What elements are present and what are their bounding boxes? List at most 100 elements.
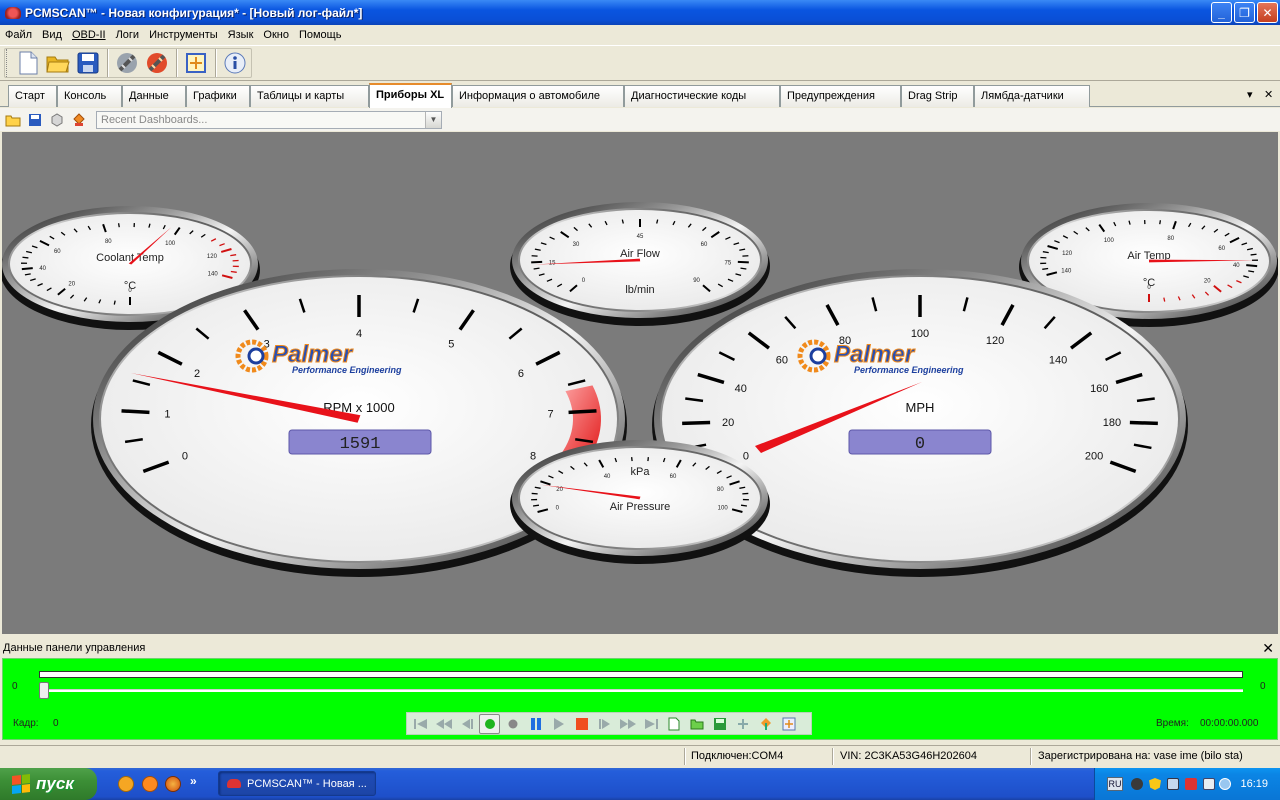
coolant-gauge-tick <box>21 267 33 271</box>
network-icon[interactable] <box>1167 778 1179 790</box>
gauges-svg: 020406080 100120140Coolant Temp°C 01530456… <box>2 202 1278 577</box>
status-divider <box>1030 748 1031 765</box>
menu-window[interactable]: Окно <box>258 29 294 41</box>
stop-record-button[interactable] <box>502 714 523 734</box>
coolant-gauge-tick-label: 40 <box>39 266 46 272</box>
tray-chevron-icon[interactable] <box>1131 778 1143 790</box>
taskbar-pcmscan-button[interactable]: PCMSCAN™ - Новая ... <box>218 771 376 796</box>
play-button[interactable] <box>548 714 569 734</box>
gear-hub-icon <box>809 347 827 365</box>
quicklaunch-firefox-icon[interactable] <box>165 776 181 792</box>
tab-0[interactable]: Старт <box>8 85 57 107</box>
alert-icon[interactable] <box>1185 778 1197 790</box>
stack-icon <box>73 112 85 126</box>
step-forward-icon <box>598 718 610 729</box>
rpm-gauge-readout-value: 1591 <box>340 435 381 454</box>
tab-6[interactable]: Информация о автомобиле <box>452 85 624 107</box>
tab-7[interactable]: Диагностические коды <box>624 85 780 107</box>
new-log-button[interactable] <box>663 714 684 734</box>
save-dashboard-button[interactable] <box>26 111 44 129</box>
step-back-button[interactable] <box>456 714 477 734</box>
vin-status: VIN: 2C3KA53G46H202604 <box>840 750 977 762</box>
panel-close-button[interactable]: ✕ <box>1262 640 1274 657</box>
menu-tools[interactable]: Инструменты <box>144 29 223 41</box>
save-as-dashboard-button[interactable] <box>48 111 66 129</box>
tab-list-button[interactable]: ▾ <box>1247 88 1253 101</box>
tab-8[interactable]: Предупреждения <box>780 85 901 107</box>
start-button[interactable]: пуск <box>0 768 97 800</box>
tab-9[interactable]: Drag Strip <box>901 85 974 107</box>
coolant-gauge-tick-label: 140 <box>208 272 219 278</box>
coolant-gauge-tick <box>230 254 237 257</box>
menu-file[interactable]: Файл <box>0 29 37 41</box>
open-folder-icon <box>5 115 21 126</box>
coolant-gauge-tick-label: 120 <box>207 254 218 260</box>
tab-bar: Лямбда-датчики Drag Strip Предупреждения Ди… <box>0 82 1280 108</box>
mph-gauge-tick-label: 120 <box>986 335 1004 347</box>
fast-back-button[interactable] <box>433 714 454 734</box>
airtemp-gauge-tick-label: 80 <box>1167 236 1174 242</box>
playback-slider-thumb[interactable] <box>39 682 49 699</box>
menu-language[interactable]: Язык <box>223 29 259 41</box>
rpm-gauge-brand-name: Palmer <box>272 341 354 368</box>
menu-obd[interactable]: OBD-II <box>67 29 111 41</box>
go-end-button[interactable] <box>640 714 661 734</box>
quicklaunch-more-button[interactable]: » <box>190 774 197 788</box>
airflow-gauge-tick-label: 45 <box>637 234 644 240</box>
monitor-icon[interactable] <box>1203 778 1215 790</box>
window-title: PCMSCAN™ - Новая конфигурация* - [Новый … <box>25 5 363 20</box>
restore-button[interactable]: ❐ <box>1234 2 1255 23</box>
chevron-down-icon[interactable]: ▼ <box>425 111 441 128</box>
shield-icon[interactable] <box>1149 778 1161 790</box>
clock-icon[interactable] <box>1219 778 1231 790</box>
quicklaunch-browser-icon[interactable] <box>118 776 134 792</box>
zoom-in-button[interactable] <box>732 714 753 734</box>
record-button[interactable] <box>479 713 500 734</box>
airflow-gauge-unit: lb/min <box>625 284 654 296</box>
stop-button[interactable] <box>571 714 592 734</box>
fit-view-button[interactable] <box>778 714 799 734</box>
minimize-button[interactable]: _ <box>1211 2 1232 23</box>
time-label: Время: <box>1156 718 1189 729</box>
tab-4[interactable]: Таблицы и карты <box>250 85 369 107</box>
airflow-gauge-tick-label: 90 <box>693 278 700 284</box>
menu-view[interactable]: Вид <box>37 29 67 41</box>
airtemp-gauge-tick-label: 40 <box>1233 263 1240 269</box>
save-log-button[interactable] <box>709 714 730 734</box>
step-forward-button[interactable] <box>594 714 615 734</box>
menu-logs[interactable]: Логи <box>111 29 145 41</box>
tab-2[interactable]: Данные <box>122 85 186 107</box>
open-log-button[interactable] <box>686 714 707 734</box>
pressure-gauge-tick <box>740 504 748 507</box>
playback-progress-bar <box>39 671 1243 678</box>
tab-10[interactable]: Лямбда-датчики <box>974 85 1090 107</box>
connection-status: Подключен:COM4 <box>691 750 784 762</box>
pause-button[interactable] <box>525 714 546 734</box>
tab-close-button[interactable]: ✕ <box>1264 88 1273 101</box>
pressure-gauge-tick <box>532 504 540 507</box>
fast-forward-button[interactable] <box>617 714 638 734</box>
coolant-gauge-tick-label: 60 <box>54 249 61 255</box>
airflow-gauge-tick-label: 30 <box>573 242 580 248</box>
airtemp-gauge-tick-label: 60 <box>1218 246 1225 252</box>
pressure-gauge-unit: Air Pressure <box>610 501 671 513</box>
coolant-gauge-tick <box>113 300 116 305</box>
quicklaunch-player-icon[interactable] <box>142 776 158 792</box>
tab-1[interactable]: Консоль <box>57 85 122 107</box>
floppy-disk-icon <box>29 113 41 126</box>
tab-5[interactable]: Приборы XL <box>369 83 452 108</box>
close-button[interactable]: ✕ <box>1257 2 1278 23</box>
tab-3[interactable]: Графики <box>186 85 250 107</box>
rewind-icon <box>435 718 452 729</box>
menu-help[interactable]: Помощь <box>294 29 347 41</box>
taskbar-pcmscan-label: PCMSCAN™ - Новая ... <box>247 777 367 790</box>
go-start-button[interactable] <box>410 714 431 734</box>
open-dashboard-button[interactable] <box>4 111 22 129</box>
language-indicator[interactable]: RU <box>1107 777 1123 791</box>
export-button[interactable] <box>755 714 776 734</box>
recent-dashboards-select[interactable]: Recent Dashboards... ▼ <box>96 110 442 129</box>
stop-icon <box>575 717 588 730</box>
dashboard-settings-button[interactable] <box>70 111 88 129</box>
floppy-disk-icon <box>713 717 726 730</box>
airflow-gauge-tick-label: 60 <box>701 242 708 248</box>
